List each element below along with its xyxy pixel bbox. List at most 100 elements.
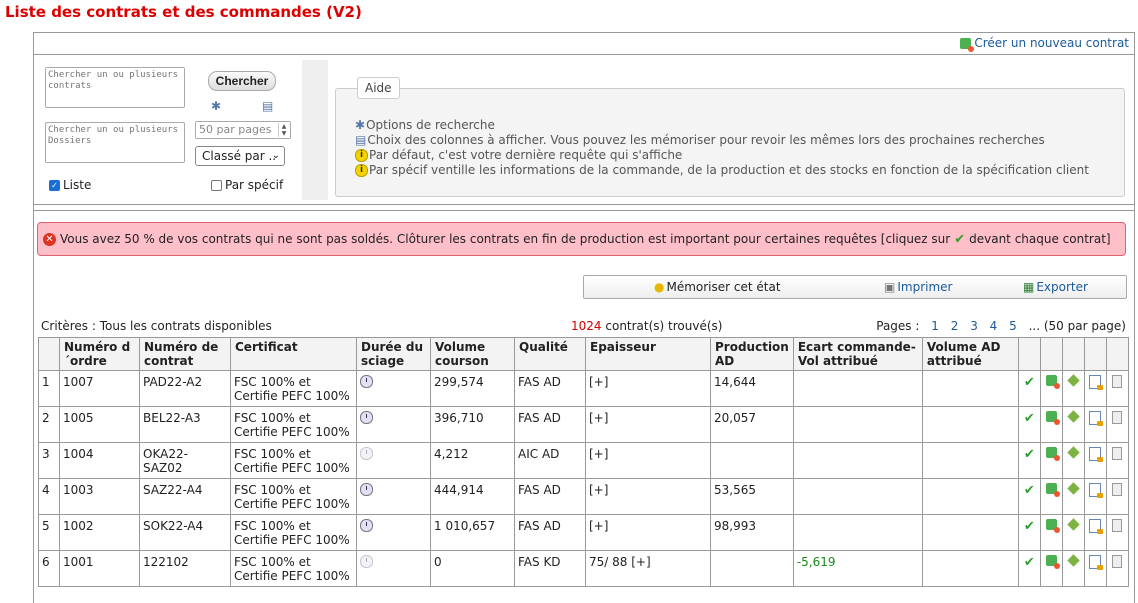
help-text: Par spécif ventille les informations de … bbox=[369, 163, 1089, 177]
col-header[interactable]: Volume AD attribué bbox=[921, 337, 1019, 371]
note-icon[interactable] bbox=[1112, 375, 1123, 388]
close-contract-icon[interactable]: ✔ bbox=[1024, 555, 1035, 570]
page-link[interactable]: 2 bbox=[951, 319, 959, 333]
columns-chooser-icon[interactable]: ▤ bbox=[262, 99, 273, 113]
note-icon[interactable] bbox=[1112, 447, 1123, 460]
table-row: 1 1007 PAD22-A2 FSC 100% et Certifie PEFC 1… bbox=[38, 370, 1129, 407]
clock-icon[interactable] bbox=[360, 519, 373, 532]
clock-icon[interactable] bbox=[360, 483, 373, 496]
cell-epaisseur[interactable]: [+] bbox=[585, 442, 711, 479]
link-icon[interactable] bbox=[1045, 555, 1060, 569]
link-icon[interactable] bbox=[1045, 483, 1060, 497]
cell-contrat: SAZ22-A4 bbox=[139, 478, 231, 515]
close-contract-icon[interactable]: ✔ bbox=[1024, 483, 1035, 498]
clock-icon[interactable] bbox=[360, 447, 373, 460]
action-cell bbox=[1039, 442, 1063, 479]
cell-vol_ad bbox=[921, 550, 1019, 587]
clock-icon[interactable] bbox=[360, 411, 373, 424]
search-criteria: Critères : Tous les contrats disponibles bbox=[41, 319, 272, 333]
spacer-column bbox=[302, 60, 328, 200]
link-icon[interactable] bbox=[1045, 447, 1060, 461]
create-contract-link[interactable]: Créer un nouveau contrat bbox=[960, 36, 1129, 52]
action-cell: ✔ bbox=[1017, 370, 1041, 407]
col-header[interactable]: Ecart commande-Vol attribué bbox=[792, 337, 923, 371]
edit-icon[interactable] bbox=[1067, 374, 1080, 387]
note-icon[interactable] bbox=[1112, 519, 1123, 532]
link-icon[interactable] bbox=[1045, 411, 1060, 425]
search-dossiers-input[interactable] bbox=[45, 122, 185, 163]
memorize-button[interactable]: ● Mémoriser cet état bbox=[654, 280, 781, 294]
link-icon[interactable] bbox=[1045, 375, 1060, 389]
cell-cert: FSC 100% et Certifie PEFC 100% bbox=[230, 478, 357, 515]
action-cell bbox=[1105, 514, 1129, 551]
cell-volume: 1 010,657 bbox=[430, 514, 515, 551]
duration-cell bbox=[356, 478, 431, 515]
page-link[interactable]: 4 bbox=[990, 319, 998, 333]
cell-qualite: FAS AD bbox=[514, 478, 586, 515]
cell-ecart bbox=[792, 442, 923, 479]
note-icon[interactable] bbox=[1112, 411, 1123, 424]
spec-checkbox[interactable]: Par spécif bbox=[211, 178, 283, 192]
document-icon[interactable] bbox=[1089, 519, 1104, 534]
document-icon[interactable] bbox=[1089, 447, 1104, 462]
print-button[interactable]: ▣ Imprimer bbox=[884, 280, 952, 294]
col-header[interactable]: Production AD bbox=[710, 337, 794, 371]
close-contract-icon[interactable]: ✔ bbox=[1024, 411, 1035, 426]
page-link[interactable]: 5 bbox=[1009, 319, 1017, 333]
main-panel: Créer un nouveau contrat Chercher ✱ ▤ 50… bbox=[33, 32, 1135, 603]
cell-idx: 2 bbox=[38, 406, 60, 443]
action-cell bbox=[1061, 478, 1085, 515]
cell-epaisseur[interactable]: [+] bbox=[585, 406, 711, 443]
export-button[interactable]: ▦ Exporter bbox=[1023, 280, 1088, 294]
cell-epaisseur[interactable]: 75/ 88 [+] bbox=[585, 550, 711, 587]
cell-epaisseur[interactable]: [+] bbox=[585, 514, 711, 551]
action-cell bbox=[1083, 406, 1107, 443]
link-icon[interactable] bbox=[1045, 519, 1060, 533]
close-contract-icon[interactable]: ✔ bbox=[1024, 447, 1035, 462]
document-icon[interactable] bbox=[1089, 483, 1104, 498]
edit-icon[interactable] bbox=[1067, 482, 1080, 495]
cell-production: 98,993 bbox=[710, 514, 794, 551]
document-icon[interactable] bbox=[1089, 411, 1104, 426]
cell-ecart bbox=[792, 370, 923, 407]
col-header[interactable]: Qualité bbox=[514, 337, 586, 371]
clock-icon[interactable] bbox=[360, 555, 373, 568]
list-checkbox[interactable]: ✓ Liste bbox=[49, 178, 91, 192]
col-header[interactable]: Durée du sciage bbox=[356, 337, 431, 371]
edit-icon[interactable] bbox=[1067, 446, 1080, 459]
cell-idx: 5 bbox=[38, 514, 60, 551]
edit-icon[interactable] bbox=[1067, 518, 1080, 531]
sort-select[interactable]: Classé par .. ⌄ bbox=[195, 146, 285, 166]
note-icon[interactable] bbox=[1112, 483, 1123, 496]
col-header[interactable]: Numéro de contrat bbox=[139, 337, 231, 371]
cell-ecart bbox=[792, 478, 923, 515]
edit-icon[interactable] bbox=[1067, 410, 1080, 423]
col-header[interactable]: Certificat bbox=[230, 337, 357, 371]
per-page-stepper[interactable]: 50 par pages ▲ ▼ bbox=[195, 121, 291, 139]
document-icon[interactable] bbox=[1089, 375, 1104, 390]
table-row: 3 1004 OKA22-SAZ02 FSC 100% et Certifie PEF… bbox=[38, 442, 1129, 479]
clock-icon[interactable] bbox=[360, 375, 373, 388]
close-contract-icon[interactable]: ✔ bbox=[1024, 519, 1035, 534]
search-contracts-input[interactable] bbox=[45, 67, 185, 108]
search-button[interactable]: Chercher bbox=[208, 71, 276, 91]
close-contract-icon[interactable]: ✔ bbox=[1024, 375, 1035, 390]
cell-epaisseur[interactable]: [+] bbox=[585, 478, 711, 515]
export-label: Exporter bbox=[1036, 280, 1088, 294]
document-icon[interactable] bbox=[1089, 555, 1104, 570]
cell-cert: FSC 100% et Certifie PEFC 100% bbox=[230, 406, 357, 443]
search-options-icon[interactable]: ✱ bbox=[211, 99, 221, 113]
edit-icon[interactable] bbox=[1067, 554, 1080, 567]
columns-icon: ▤ bbox=[355, 133, 367, 147]
help-legend[interactable]: Aide bbox=[357, 77, 400, 99]
page-link[interactable]: 3 bbox=[970, 319, 978, 333]
cell-contrat: SOK22-A4 bbox=[139, 514, 231, 551]
col-header[interactable]: Volume courson bbox=[430, 337, 515, 371]
cell-epaisseur[interactable]: [+] bbox=[585, 370, 711, 407]
page-link[interactable]: 1 bbox=[931, 319, 939, 333]
note-icon[interactable] bbox=[1112, 555, 1123, 568]
stepper-arrows-icon[interactable]: ▲ ▼ bbox=[278, 123, 289, 137]
col-header[interactable]: Numéro d´ordre bbox=[59, 337, 140, 371]
col-header[interactable]: Epaisseur bbox=[585, 337, 711, 371]
action-cell: ✔ bbox=[1017, 550, 1041, 587]
